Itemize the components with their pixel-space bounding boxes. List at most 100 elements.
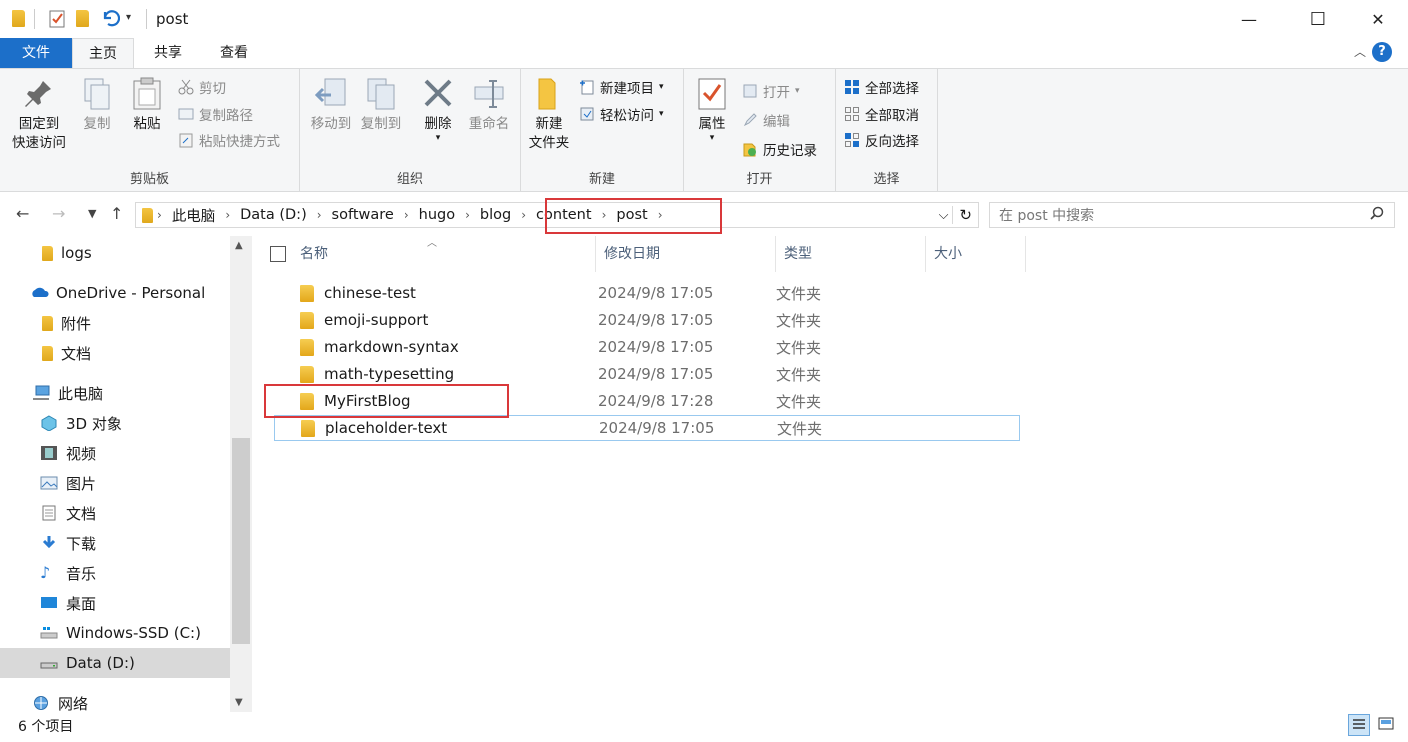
breadcrumb-separator-icon[interactable]: › <box>400 208 413 222</box>
sidebar-item-network[interactable]: 网络 <box>0 688 230 718</box>
customize-toolbar-icon[interactable]: ▾ <box>126 12 131 23</box>
tab-file[interactable]: 文件 <box>0 38 72 68</box>
search-icon[interactable] <box>1370 206 1394 224</box>
select-all-checkbox[interactable] <box>270 246 286 262</box>
sidebar-item-drive-c[interactable]: Windows-SSD (C:) <box>0 618 230 648</box>
maximize-button[interactable]: ☐ <box>1295 0 1341 38</box>
sidebar-item-downloads[interactable]: 下载 <box>0 528 230 558</box>
sidebar-item-videos[interactable]: 视频 <box>0 438 230 468</box>
refresh-icon[interactable]: ↻ <box>952 206 978 224</box>
breadcrumb-separator-icon[interactable]: › <box>517 208 530 222</box>
move-to-button[interactable]: 移动到 <box>306 77 356 134</box>
copy-label: 复制 <box>83 116 111 132</box>
invert-selection-label: 反向选择 <box>865 134 919 150</box>
breadcrumb-this-pc[interactable]: 此电脑 <box>166 205 222 226</box>
recent-locations-icon[interactable]: ▼ <box>88 207 96 220</box>
picture-icon <box>40 475 58 491</box>
copy-path-button[interactable]: 复制路径 <box>178 104 253 124</box>
forward-arrow-icon[interactable]: → <box>52 204 65 223</box>
close-button[interactable]: ✕ <box>1355 0 1401 38</box>
sidebar-item-logs[interactable]: logs <box>0 238 230 268</box>
large-icons-view-button[interactable] <box>1376 714 1398 736</box>
breadcrumb-blog[interactable]: blog <box>474 207 517 223</box>
collapse-ribbon-icon[interactable]: ︿ <box>1354 43 1366 60</box>
edit-button[interactable]: 编辑 <box>742 110 790 130</box>
select-all-button[interactable]: 全部选择 <box>844 77 919 97</box>
history-button[interactable]: 历史记录 <box>742 139 817 159</box>
column-date-modified[interactable]: 修改日期 <box>596 236 776 272</box>
sidebar-item-this-pc[interactable]: 此电脑 <box>0 378 230 408</box>
properties-dropdown-icon[interactable]: ▾ <box>692 134 732 143</box>
up-arrow-icon[interactable]: ↑ <box>110 204 123 223</box>
paste-shortcut-button[interactable]: 粘贴快捷方式 <box>178 130 280 150</box>
minimize-button[interactable]: — <box>1226 0 1272 38</box>
rename-button[interactable]: 重命名 <box>462 77 516 134</box>
properties-button[interactable]: 属性 ▾ <box>692 77 732 143</box>
folder-icon <box>301 419 315 437</box>
new-item-button[interactable]: 新建项目 ▾ <box>579 77 664 97</box>
copy-icon <box>81 77 113 111</box>
sidebar-item-label: logs <box>61 244 92 262</box>
scroll-down-icon[interactable]: ▼ <box>235 697 243 708</box>
tab-share[interactable]: 共享 <box>138 38 198 68</box>
new-item-label: 新建项目 <box>600 81 654 97</box>
delete-button[interactable]: 删除 ▾ <box>416 77 460 143</box>
navigation-pane: logs OneDrive - Personal 附件 文档 此电脑 3D 对象… <box>0 236 252 713</box>
back-arrow-icon[interactable]: ← <box>16 204 29 223</box>
sidebar-item-label: 音乐 <box>66 564 97 583</box>
sidebar-item-label: 文档 <box>66 504 97 523</box>
scrollbar-thumb[interactable] <box>232 438 250 644</box>
breadcrumb-separator-icon[interactable]: › <box>461 208 474 222</box>
open-icon <box>742 83 758 99</box>
breadcrumb-separator-icon[interactable]: › <box>153 208 166 222</box>
select-none-button[interactable]: 全部取消 <box>844 104 919 124</box>
sidebar-item-drive-d[interactable]: Data (D:) <box>0 648 230 678</box>
easy-access-button[interactable]: 轻松访问 ▾ <box>579 104 664 124</box>
tab-home[interactable]: 主页 <box>72 38 134 68</box>
copy-to-button[interactable]: 复制到 <box>356 77 406 134</box>
breadcrumb-separator-icon[interactable]: › <box>313 208 326 222</box>
table-row[interactable]: markdown-syntax 2024/9/8 17:05 文件夹 <box>274 334 1020 360</box>
help-icon[interactable]: ? <box>1372 42 1392 62</box>
open-button[interactable]: 打开 ▾ <box>742 81 800 101</box>
table-row[interactable]: emoji-support 2024/9/8 17:05 文件夹 <box>274 307 1020 333</box>
copy-button[interactable]: 复制 <box>78 77 116 134</box>
sidebar-item-desktop[interactable]: 桌面 <box>0 588 230 618</box>
desktop-icon <box>40 595 58 611</box>
address-dropdown-icon[interactable]: ⌵ <box>935 208 953 223</box>
sidebar-item-attachments[interactable]: 附件 <box>0 308 230 338</box>
column-type[interactable]: 类型 <box>776 236 926 272</box>
search-input[interactable]: 在 post 中搜索 <box>989 202 1395 228</box>
breadcrumb-software[interactable]: software <box>326 207 400 223</box>
column-name[interactable]: 名称 <box>292 236 596 272</box>
sidebar-item-music[interactable]: ♪ 音乐 <box>0 558 230 588</box>
scroll-up-icon[interactable]: ▲ <box>235 240 243 251</box>
tab-view[interactable]: 查看 <box>204 38 264 68</box>
breadcrumb-hugo[interactable]: hugo <box>413 207 461 223</box>
sidebar-item-label: 附件 <box>61 314 92 333</box>
invert-selection-button[interactable]: 反向选择 <box>844 130 919 150</box>
sidebar-item-documents[interactable]: 文档 <box>0 498 230 528</box>
cut-button[interactable]: 剪切 <box>178 77 226 97</box>
divider <box>146 9 147 29</box>
pin-quick-access-button[interactable]: 固定到 快速访问 <box>6 77 72 153</box>
delete-dropdown-icon[interactable]: ▾ <box>416 134 460 143</box>
new-folder-button[interactable]: 新建 文件夹 <box>525 77 573 153</box>
pin-label-1: 固定到 <box>18 116 60 132</box>
table-row[interactable]: placeholder-text 2024/9/8 17:05 文件夹 <box>274 415 1020 441</box>
paste-button[interactable]: 粘贴 <box>128 77 166 134</box>
drive-c-icon <box>40 625 58 641</box>
breadcrumb-separator-icon[interactable]: › <box>221 208 234 222</box>
properties-quick-icon[interactable] <box>48 9 66 33</box>
table-row[interactable]: chinese-test 2024/9/8 17:05 文件夹 <box>274 280 1020 306</box>
computer-icon <box>32 385 50 401</box>
sidebar-item-onedrive[interactable]: OneDrive - Personal <box>0 278 230 308</box>
sidebar-item-onedrive-documents[interactable]: 文档 <box>0 338 230 368</box>
details-view-button[interactable] <box>1348 714 1370 736</box>
sidebar-item-3d-objects[interactable]: 3D 对象 <box>0 408 230 438</box>
new-folder-quick-icon[interactable] <box>76 10 89 27</box>
breadcrumb-data-drive[interactable]: Data (D:) <box>234 207 313 223</box>
column-size[interactable]: 大小 <box>926 236 1026 272</box>
sidebar-item-pictures[interactable]: 图片 <box>0 468 230 498</box>
undo-icon[interactable] <box>100 8 121 32</box>
